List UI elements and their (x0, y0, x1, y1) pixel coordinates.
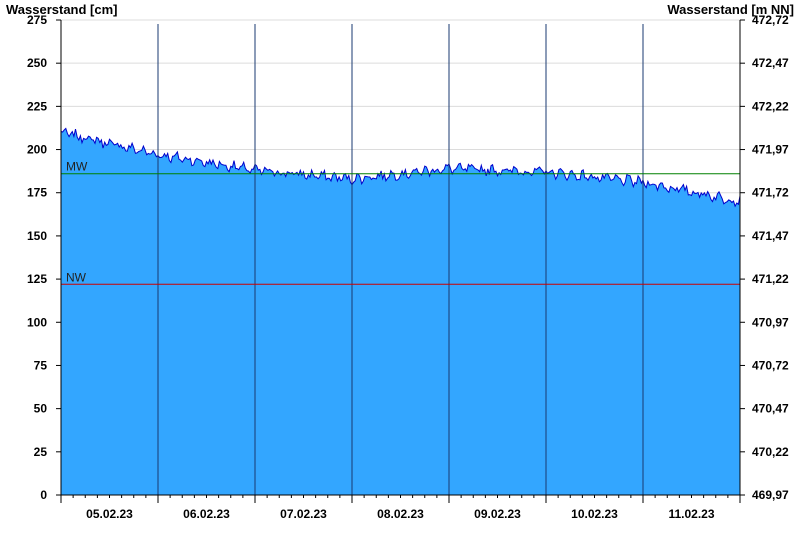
y-tick-label-right: 472,72 (752, 13, 789, 27)
x-tick-label: 10.02.23 (571, 507, 618, 521)
y-tick-label-left: 100 (27, 315, 47, 329)
x-tick-label: 07.02.23 (280, 507, 327, 521)
y-tick-label-right: 469,97 (752, 488, 789, 502)
y-tick-label-left: 150 (27, 229, 47, 243)
x-tick-label: 08.02.23 (377, 507, 424, 521)
y-tick-label-right: 470,72 (752, 358, 789, 372)
y-tick-label-right: 471,22 (752, 272, 789, 286)
y-tick-label-right: 470,97 (752, 315, 789, 329)
y-tick-label-left: 25 (34, 445, 48, 459)
water-level-area (61, 128, 740, 495)
y-tick-label-right: 472,47 (752, 56, 789, 70)
y-tick-label-right: 471,47 (752, 229, 789, 243)
ref-label-nw: NW (66, 270, 87, 284)
ref-label-mw: MW (66, 160, 88, 174)
x-tick-label: 06.02.23 (183, 507, 230, 521)
y-tick-label-right: 471,72 (752, 186, 789, 200)
y-tick-label-right: 472,22 (752, 99, 789, 113)
y-tick-label-left: 175 (27, 186, 47, 200)
y-tick-label-left: 75 (34, 358, 48, 372)
chart-svg: MW NW 0 469,97 25 470,22 50 470,47 75 470,72 100 47… (27, 13, 789, 521)
x-tick-label: 11.02.23 (668, 507, 714, 521)
y-tick-label-left: 50 (34, 402, 48, 416)
x-tick-label: 05.02.23 (86, 507, 133, 521)
y-tick-label-left: 0 (40, 488, 47, 502)
x-tick-label: 09.02.23 (474, 507, 521, 521)
y-tick-label-left: 225 (27, 99, 47, 113)
y-tick-label-right: 470,22 (752, 445, 789, 459)
y-tick-label-left: 275 (27, 13, 47, 27)
y-tick-label-left: 125 (27, 272, 47, 286)
y-tick-label-left: 200 (27, 143, 47, 157)
chart-root: Wasserstand [cm] Wasserstand [m NN] MW NW… (0, 0, 800, 550)
y-tick-label-right: 470,47 (752, 402, 789, 416)
y-tick-label-left: 250 (27, 56, 47, 70)
y-tick-label-right: 471,97 (752, 143, 789, 157)
